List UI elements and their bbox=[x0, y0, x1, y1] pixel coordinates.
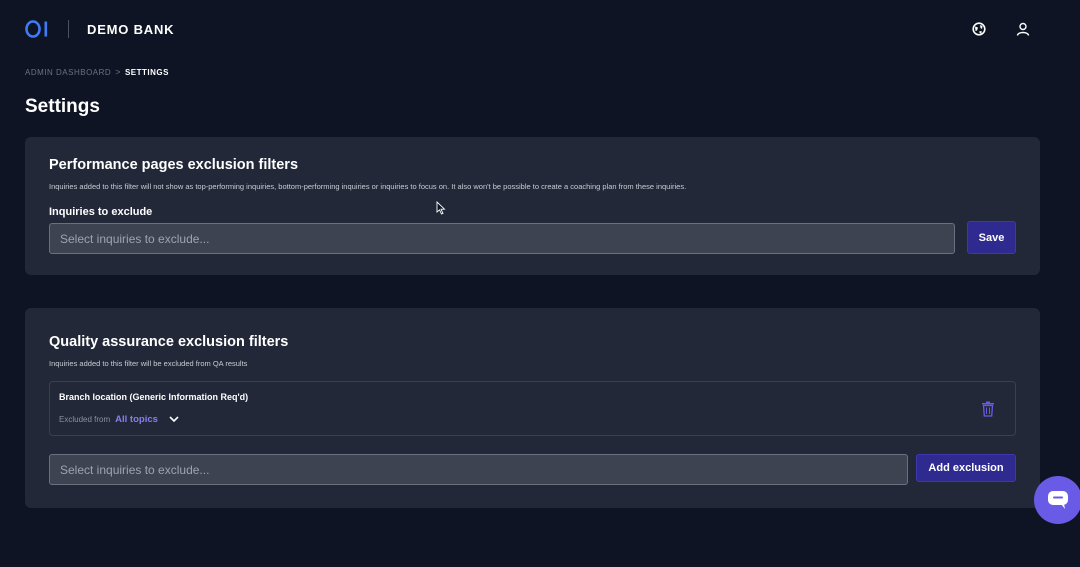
company-logo[interactable] bbox=[25, 19, 51, 39]
trash-icon[interactable] bbox=[981, 401, 995, 417]
globe-icon[interactable] bbox=[970, 20, 988, 38]
inquiries-to-exclude-label: Inquiries to exclude bbox=[49, 206, 153, 218]
save-button[interactable]: Save bbox=[967, 221, 1016, 254]
page-title: Settings bbox=[25, 96, 100, 117]
excluded-from-value[interactable]: All topics bbox=[115, 414, 158, 425]
chevron-down-icon[interactable] bbox=[167, 412, 181, 426]
performance-inquiries-select[interactable] bbox=[49, 223, 955, 254]
logo-divider bbox=[68, 20, 69, 38]
performance-filters-title: Performance pages exclusion filters bbox=[49, 157, 299, 173]
performance-filters-card: Performance pages exclusion filters Inqu… bbox=[25, 137, 1040, 275]
breadcrumb-current: SETTINGS bbox=[124, 67, 169, 77]
exclusion-item-name: Branch location (Generic Information Req… bbox=[59, 392, 249, 402]
excluded-from-label: Excluded from bbox=[59, 414, 111, 424]
qa-filters-description: Inquiries added to this filter will be e… bbox=[49, 359, 248, 368]
add-exclusion-button[interactable]: Add exclusion bbox=[916, 454, 1016, 482]
performance-filters-description: Inquiries added to this filter will not … bbox=[49, 182, 687, 191]
user-icon[interactable] bbox=[1014, 20, 1032, 38]
qa-filters-title: Quality assurance exclusion filters bbox=[49, 334, 289, 350]
chat-icon bbox=[1048, 491, 1068, 509]
breadcrumb-admin-dashboard[interactable]: ADMIN DASHBOARD bbox=[25, 68, 111, 77]
exclusion-item-meta: Excluded from All topics bbox=[59, 412, 181, 426]
brand-name: DEMO BANK bbox=[87, 22, 175, 37]
qa-filters-card: Quality assurance exclusion filters Inqu… bbox=[25, 308, 1040, 508]
breadcrumb-separator: > bbox=[115, 67, 121, 77]
chat-button[interactable] bbox=[1034, 476, 1080, 524]
qa-inquiries-select[interactable] bbox=[49, 454, 908, 485]
mouse-cursor-icon bbox=[436, 201, 446, 215]
exclusion-item: Branch location (Generic Information Req… bbox=[49, 381, 1016, 436]
breadcrumb: ADMIN DASHBOARD > SETTINGS bbox=[25, 67, 169, 77]
top-bar: DEMO BANK bbox=[0, 0, 1080, 60]
